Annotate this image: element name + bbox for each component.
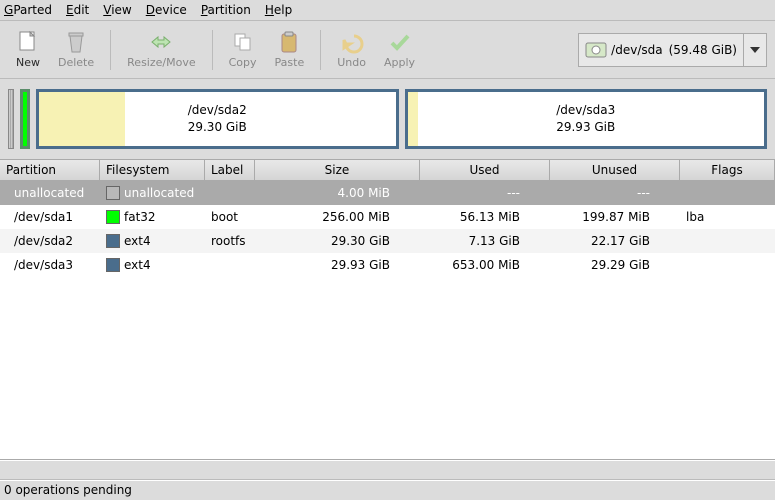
partition-table: unallocatedunallocated4.00 MiB------/dev…	[0, 181, 775, 460]
operations-panel	[0, 460, 775, 480]
undo-button[interactable]: Undo	[329, 27, 374, 72]
col-used[interactable]: Used	[420, 160, 550, 180]
cell-partition: /dev/sda1	[0, 210, 100, 224]
cell-used: ---	[420, 186, 550, 200]
cell-unused: ---	[550, 186, 680, 200]
cell-size: 256.00 MiB	[255, 210, 420, 224]
menu-device[interactable]: Device	[146, 3, 187, 17]
fs-swatch-icon	[106, 186, 120, 200]
resize-icon	[149, 30, 173, 54]
cell-unused: 29.29 GiB	[550, 258, 680, 272]
copy-button[interactable]: Copy	[221, 27, 265, 72]
col-label[interactable]: Label	[205, 160, 255, 180]
delete-button[interactable]: Delete	[50, 27, 102, 72]
cell-filesystem: ext4	[100, 258, 205, 273]
cell-partition: /dev/sda3	[0, 258, 100, 272]
fs-swatch-icon	[106, 210, 120, 224]
resize-button[interactable]: Resize/Move	[119, 27, 203, 72]
new-button[interactable]: New	[8, 27, 48, 72]
col-unused[interactable]: Unused	[550, 160, 680, 180]
menu-view[interactable]: View	[103, 3, 131, 17]
table-row[interactable]: unallocatedunallocated4.00 MiB------	[0, 181, 775, 205]
separator	[110, 30, 111, 70]
menu-partition[interactable]: Partition	[201, 3, 251, 17]
apply-button[interactable]: Apply	[376, 27, 423, 72]
paste-icon	[277, 30, 301, 54]
table-row[interactable]: /dev/sda3ext4 29.93 GiB653.00 MiB29.29 Gi…	[0, 253, 775, 277]
map-unallocated[interactable]	[8, 89, 14, 149]
apply-icon	[388, 30, 412, 54]
cell-used: 653.00 MiB	[420, 258, 550, 272]
menu-gparted[interactable]: GParted	[4, 3, 52, 17]
cell-unused: 199.87 MiB	[550, 210, 680, 224]
menu-help[interactable]: Help	[265, 3, 292, 17]
cell-filesystem: fat32	[100, 210, 205, 225]
col-filesystem[interactable]: Filesystem	[100, 160, 205, 180]
cell-label: boot	[205, 210, 255, 224]
cell-partition: /dev/sda2	[0, 234, 100, 248]
delete-icon	[64, 30, 88, 54]
device-path: /dev/sda	[611, 43, 662, 57]
cell-size: 29.30 GiB	[255, 234, 420, 248]
menubar: GParted Edit View Device Partition Help	[0, 0, 775, 21]
fs-swatch-icon	[106, 258, 120, 272]
separator	[212, 30, 213, 70]
copy-icon	[231, 30, 255, 54]
table-header: Partition Filesystem Label Size Used Unu…	[0, 159, 775, 181]
status-text: 0 operations pending	[4, 483, 132, 497]
map-sda3[interactable]: /dev/sda3 29.93 GiB	[405, 89, 768, 149]
map-sda1[interactable]	[20, 89, 30, 149]
cell-flags: lba	[680, 210, 775, 224]
table-row[interactable]: /dev/sda1fat32boot256.00 MiB56.13 MiB199…	[0, 205, 775, 229]
cell-used: 7.13 GiB	[420, 234, 550, 248]
device-selector[interactable]: /dev/sda (59.48 GiB)	[578, 33, 767, 67]
undo-icon	[340, 30, 364, 54]
col-flags[interactable]: Flags	[680, 160, 775, 180]
cell-used: 56.13 MiB	[420, 210, 550, 224]
partition-map: /dev/sda2 29.30 GiB /dev/sda3 29.93 GiB	[0, 79, 775, 159]
col-partition[interactable]: Partition	[0, 160, 100, 180]
fs-swatch-icon	[106, 234, 120, 248]
device-size: (59.48 GiB)	[669, 43, 737, 57]
menu-edit[interactable]: Edit	[66, 3, 89, 17]
map-sda2[interactable]: /dev/sda2 29.30 GiB	[36, 89, 399, 149]
col-size[interactable]: Size	[255, 160, 420, 180]
cell-filesystem: ext4	[100, 234, 205, 249]
statusbar: 0 operations pending	[0, 480, 775, 500]
new-icon	[16, 30, 40, 54]
separator	[320, 30, 321, 70]
cell-partition: unallocated	[0, 186, 100, 200]
cell-size: 29.93 GiB	[255, 258, 420, 272]
cell-size: 4.00 MiB	[255, 186, 420, 200]
toolbar: New Delete Resize/Move Copy Paste Undo	[0, 21, 775, 79]
hdd-icon	[585, 42, 607, 58]
cell-unused: 22.17 GiB	[550, 234, 680, 248]
cell-label: rootfs	[205, 234, 255, 248]
paste-button[interactable]: Paste	[267, 27, 313, 72]
cell-filesystem: unallocated	[100, 186, 205, 201]
dropdown-arrow-icon	[743, 34, 766, 66]
table-row[interactable]: /dev/sda2ext4rootfs29.30 GiB7.13 GiB22.1…	[0, 229, 775, 253]
